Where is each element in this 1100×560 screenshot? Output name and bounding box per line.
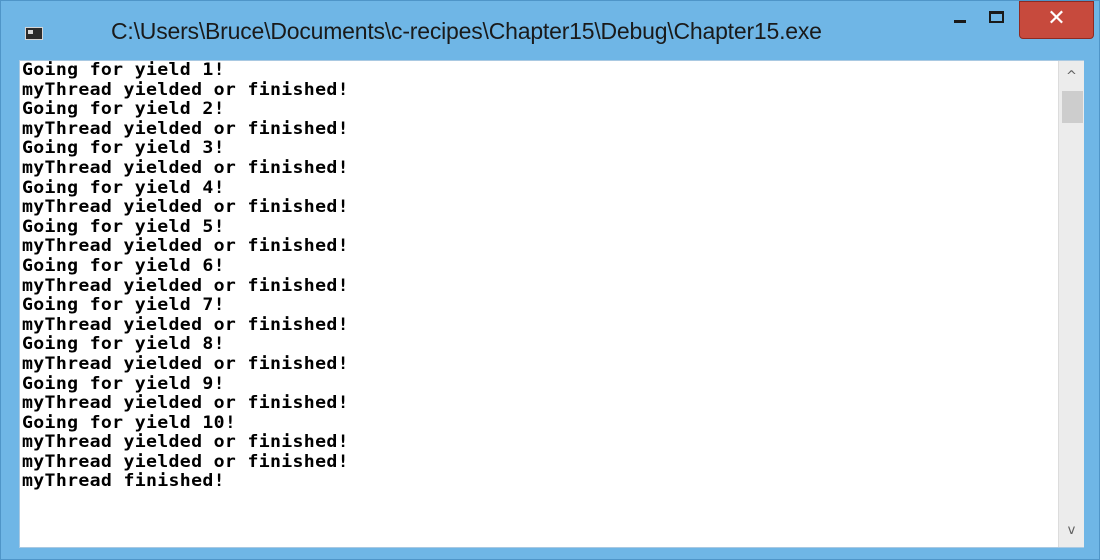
console-window: C:\Users\Bruce\Documents\c-recipes\Chapt…: [0, 0, 1100, 560]
console-line: Going for yield 2!: [22, 99, 225, 120]
console-line: myThread yielded or finished!: [22, 314, 349, 335]
console-line: myThread yielded or finished!: [22, 393, 349, 414]
title-bar[interactable]: C:\Users\Bruce\Documents\c-recipes\Chapt…: [1, 1, 1099, 61]
window-title: C:\Users\Bruce\Documents\c-recipes\Chapt…: [111, 18, 822, 44]
console-line: myThread yielded or finished!: [22, 157, 349, 178]
console-line: Going for yield 7!: [22, 295, 225, 316]
console-line: myThread yielded or finished!: [22, 79, 349, 100]
console-app-icon[interactable]: [25, 27, 43, 40]
minimize-button[interactable]: [938, 3, 982, 37]
console-line: myThread yielded or finished!: [22, 197, 349, 218]
console-line: Going for yield 5!: [22, 216, 225, 237]
close-icon: ✕: [1047, 6, 1066, 31]
console-line: myThread yielded or finished!: [22, 451, 349, 472]
console-line: myThread yielded or finished!: [22, 432, 349, 453]
maximize-button[interactable]: [983, 3, 1013, 37]
scroll-down-arrow-icon[interactable]: v: [1059, 517, 1084, 545]
console-line: Going for yield 8!: [22, 334, 225, 355]
close-button[interactable]: ✕: [1019, 1, 1094, 39]
console-line: myThread yielded or finished!: [22, 275, 349, 296]
console-line: Going for yield 3!: [22, 138, 225, 159]
console-output-text: Going for yield 1! myThread yielded or fi…: [22, 61, 349, 492]
console-line: myThread yielded or finished!: [22, 353, 349, 374]
console-line: myThread yielded or finished!: [22, 118, 349, 139]
minimize-icon: [954, 20, 966, 23]
console-line: myThread yielded or finished!: [22, 236, 349, 257]
vertical-scrollbar[interactable]: ^ v: [1058, 61, 1084, 547]
maximize-icon: [989, 11, 1004, 23]
console-line: Going for yield 6!: [22, 255, 225, 276]
console-line: Going for yield 4!: [22, 177, 225, 198]
scroll-up-arrow-icon[interactable]: ^: [1059, 63, 1084, 91]
scrollbar-thumb[interactable]: [1062, 91, 1083, 123]
console-output-area[interactable]: Going for yield 1! myThread yielded or fi…: [19, 60, 1084, 548]
console-line: Going for yield 10!: [22, 412, 237, 433]
console-line: Going for yield 1!: [22, 60, 225, 80]
console-line: myThread finished!: [22, 471, 225, 492]
console-line: Going for yield 9!: [22, 373, 225, 394]
